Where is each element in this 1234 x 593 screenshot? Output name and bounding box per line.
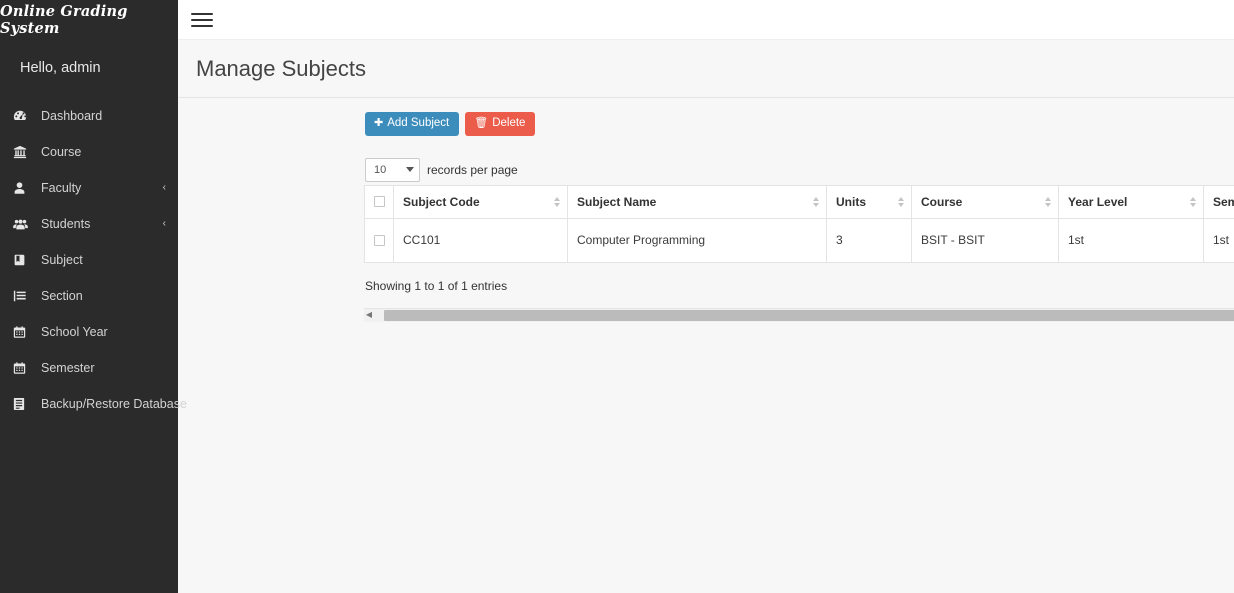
- book-icon: [13, 253, 33, 267]
- delete-button[interactable]: 🗑 Delete: [465, 112, 536, 136]
- app-root: Online Grading System Hello, admin Dashb…: [0, 0, 1234, 593]
- chevron-left-icon: ‹: [162, 182, 166, 193]
- sidebar-item-label: Subject: [41, 253, 83, 267]
- database-icon: [13, 397, 33, 411]
- sidebar-item-dashboard[interactable]: Dashboard: [0, 98, 178, 134]
- sort-icon: [813, 196, 819, 207]
- column-header-course[interactable]: Course: [911, 184, 1059, 219]
- table-controls: 10 25 50 100 records per page Search:: [364, 155, 1234, 185]
- content-area: ✚ Add Subject 🗑 Delete 10 25 5: [178, 98, 1234, 593]
- sort-icon: [1190, 196, 1196, 207]
- page-length-select[interactable]: 10 25 50 100: [365, 157, 420, 182]
- column-label: Subject Name: [577, 194, 657, 209]
- cell-units: 3: [826, 217, 912, 263]
- scrollbar-thumb[interactable]: [384, 309, 1234, 321]
- page-title: Manage Subjects: [196, 56, 366, 81]
- select-all-header: [364, 184, 394, 219]
- hamburger-bar: [191, 18, 213, 21]
- bank-icon: [13, 145, 33, 159]
- column-label: Course: [921, 194, 963, 209]
- add-subject-label: Add Subject: [387, 117, 450, 129]
- column-label: Units: [836, 194, 866, 209]
- sort-icon: [898, 196, 904, 207]
- user-icon: [13, 181, 33, 195]
- column-header-year-level[interactable]: Year Level: [1058, 184, 1204, 219]
- calendar-icon: [13, 325, 33, 339]
- column-header-subject-code[interactable]: Subject Code: [393, 184, 568, 219]
- subjects-table-panel: 10 25 50 100 records per page Search:: [364, 155, 1234, 322]
- sidebar-item-school-year[interactable]: School Year: [0, 314, 178, 350]
- sidebar-item-label: Course: [41, 145, 82, 159]
- sidebar-nav: Dashboard Course Faculty ‹ Students ‹ Su…: [0, 98, 187, 422]
- hamburger-bar: [191, 24, 213, 27]
- sidebar-item-label: Section: [41, 289, 83, 303]
- users-icon: [13, 217, 33, 231]
- plus-icon: ✚: [374, 117, 384, 130]
- trash-icon: 🗑: [474, 117, 489, 130]
- sidebar-item-course[interactable]: Course: [0, 134, 178, 170]
- cell-year-level: 1st: [1058, 217, 1204, 263]
- cell-course: BSIT - BSIT: [911, 217, 1059, 263]
- sidebar-item-semester[interactable]: Semester: [0, 350, 178, 386]
- sidebar-item-label: Students: [41, 217, 91, 231]
- row-select-cell: [364, 217, 394, 263]
- hamburger-bar: [191, 12, 213, 15]
- cell-subject-name: Computer Programming: [567, 217, 827, 263]
- sort-icon: [1045, 196, 1051, 207]
- page-length-control: 10 25 50 100 records per page: [365, 157, 518, 182]
- subjects-table: Subject Code Subject Name Units Course Y…: [364, 184, 1234, 263]
- table-info: Showing 1 to 1 of 1 entries: [365, 278, 508, 293]
- cell-semester: 1st: [1203, 217, 1234, 263]
- brand-logo[interactable]: Online Grading System: [0, 0, 178, 40]
- sidebar-item-faculty[interactable]: Faculty ‹: [0, 170, 178, 206]
- row-select-checkbox[interactable]: [374, 234, 385, 246]
- column-header-semester[interactable]: Semester: [1203, 184, 1234, 219]
- hamburger-icon[interactable]: [191, 11, 213, 29]
- sidebar-item-label: Semester: [41, 361, 95, 375]
- sidebar-item-backup-restore-database[interactable]: Backup/Restore Database: [0, 386, 187, 422]
- horizontal-scrollbar[interactable]: ◀ ▶: [364, 307, 1234, 322]
- action-toolbar: ✚ Add Subject 🗑 Delete: [178, 112, 1234, 136]
- cell-subject-code: CC101: [393, 217, 568, 263]
- sidebar-item-label: Dashboard: [41, 109, 103, 123]
- table-head: Subject Code Subject Name Units Course Y…: [364, 184, 1234, 219]
- column-header-subject-name[interactable]: Subject Name: [567, 184, 827, 219]
- table-footer: Showing 1 to 1 of 1 entries Previous 1 N…: [364, 262, 1234, 308]
- sidebar-item-label: School Year: [41, 325, 108, 339]
- sidebar: Online Grading System Hello, admin Dashb…: [0, 0, 187, 593]
- column-label: Year Level: [1068, 194, 1128, 209]
- select-all-checkbox[interactable]: [374, 196, 385, 207]
- column-label: Subject Code: [403, 194, 480, 209]
- table-header-row: Subject Code Subject Name Units Course Y…: [364, 184, 1234, 219]
- page-length-suffix: records per page: [427, 162, 518, 177]
- scroll-left-arrow[interactable]: ◀: [364, 311, 374, 319]
- delete-label: Delete: [492, 117, 526, 129]
- sort-icon: [554, 196, 560, 207]
- topbar: admin: [178, 0, 1234, 40]
- sidebar-item-students[interactable]: Students ‹: [0, 206, 178, 242]
- page-length-select-wrap: 10 25 50 100: [365, 157, 420, 182]
- sidebar-greeting: Hello, admin: [20, 60, 101, 76]
- sidebar-item-label: Faculty: [41, 181, 82, 195]
- chevron-left-icon: ‹: [162, 218, 166, 229]
- table-row[interactable]: CC101 Computer Programming 3 BSIT - BSIT…: [364, 217, 1234, 263]
- column-header-units[interactable]: Units: [826, 184, 912, 219]
- sidebar-item-label: Backup/Restore Database: [41, 397, 187, 411]
- sidebar-item-section[interactable]: Section: [0, 278, 178, 314]
- calendar-icon: [13, 361, 33, 375]
- sidebar-item-subject[interactable]: Subject: [0, 242, 178, 278]
- main-area: admin Manage Subjects ✚ Add Subject 🗑 De…: [178, 0, 1234, 593]
- table-body: CC101 Computer Programming 3 BSIT - BSIT…: [364, 217, 1234, 263]
- column-label: Semester: [1213, 194, 1234, 209]
- dashboard-icon: [13, 109, 33, 123]
- list-icon: [13, 289, 33, 303]
- add-subject-button[interactable]: ✚ Add Subject: [365, 112, 460, 136]
- page-header: Manage Subjects: [178, 40, 1234, 98]
